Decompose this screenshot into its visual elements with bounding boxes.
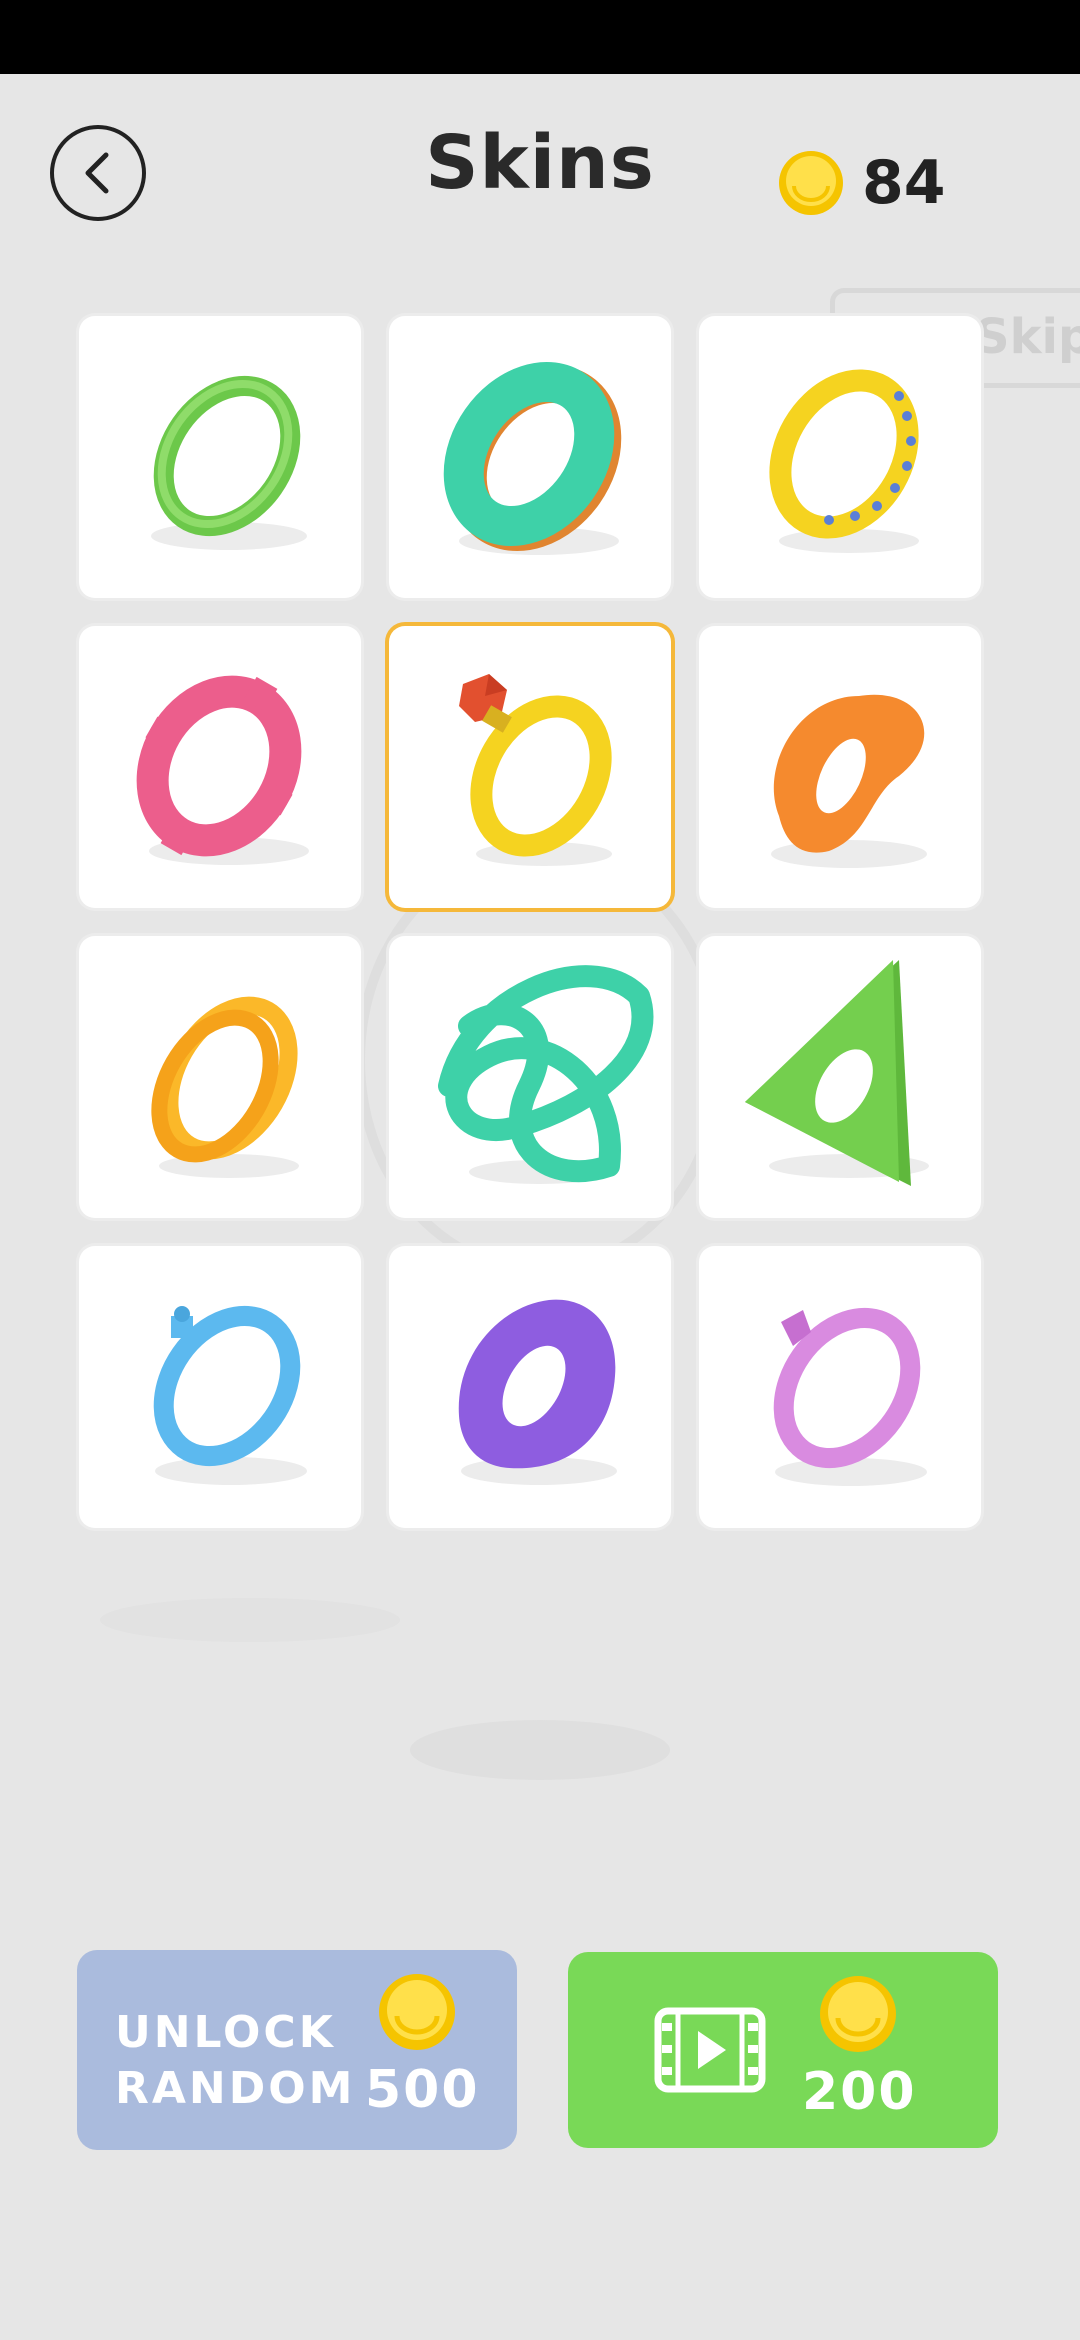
skin-cell-pink-gear[interactable] [79,626,361,908]
skin-cell-yellow-gem-ring[interactable] [389,626,671,908]
status-bar [0,0,1080,74]
purple-square-ring-skin-icon [458,1299,617,1485]
skin-cell-green-ring[interactable] [79,316,361,598]
blue-ring-skin-icon [153,1305,307,1485]
yellow-studded-ring-skin-icon [769,369,919,553]
video-icon [654,2007,766,2093]
watch-video-button[interactable]: 200 [568,1952,998,2148]
skin-cell-blue-ring[interactable] [79,1246,361,1528]
orange-double-ring-skin-icon [151,996,299,1178]
unlock-label-line1: UNLOCK [115,2007,336,2058]
skin-cell-lilac-ring[interactable] [699,1246,981,1528]
coin-counter: 84 [778,148,946,218]
coin-icon [379,1974,455,2050]
green-ring-skin-icon [151,375,307,550]
unlock-random-button[interactable]: UNLOCK RANDOM 500 [77,1950,517,2150]
green-triangle-skin-icon [745,960,929,1186]
yellow-gem-ring-skin-icon [459,674,612,866]
skin-cell-green-triangle[interactable] [699,936,981,1218]
coin-icon [820,1976,896,2052]
skin-cell-teal-donut[interactable] [389,316,671,598]
video-price: 200 [802,2062,917,2122]
skin-cell-purple-square-ring[interactable] [389,1246,671,1528]
pink-gear-skin-icon [136,675,309,865]
unlock-price: 500 [365,2060,480,2120]
orange-blob-skin-icon [771,694,927,868]
skin-cell-orange-blob[interactable] [699,626,981,908]
teal-donut-skin-icon [443,361,622,555]
unlock-label-line2: RANDOM [115,2063,356,2114]
background-shadow [100,1598,670,1780]
teal-knot-skin-icon [438,965,654,1184]
skin-cell-orange-double-ring[interactable] [79,936,361,1218]
coin-icon [779,151,843,215]
skin-cell-yellow-studded-ring[interactable] [699,316,981,598]
lilac-ring-skin-icon [773,1307,927,1486]
unlock-random-label: UNLOCK RANDOM [115,2005,356,2117]
coin-count: 84 [862,148,946,218]
skin-cell-teal-knot[interactable] [389,936,671,1218]
